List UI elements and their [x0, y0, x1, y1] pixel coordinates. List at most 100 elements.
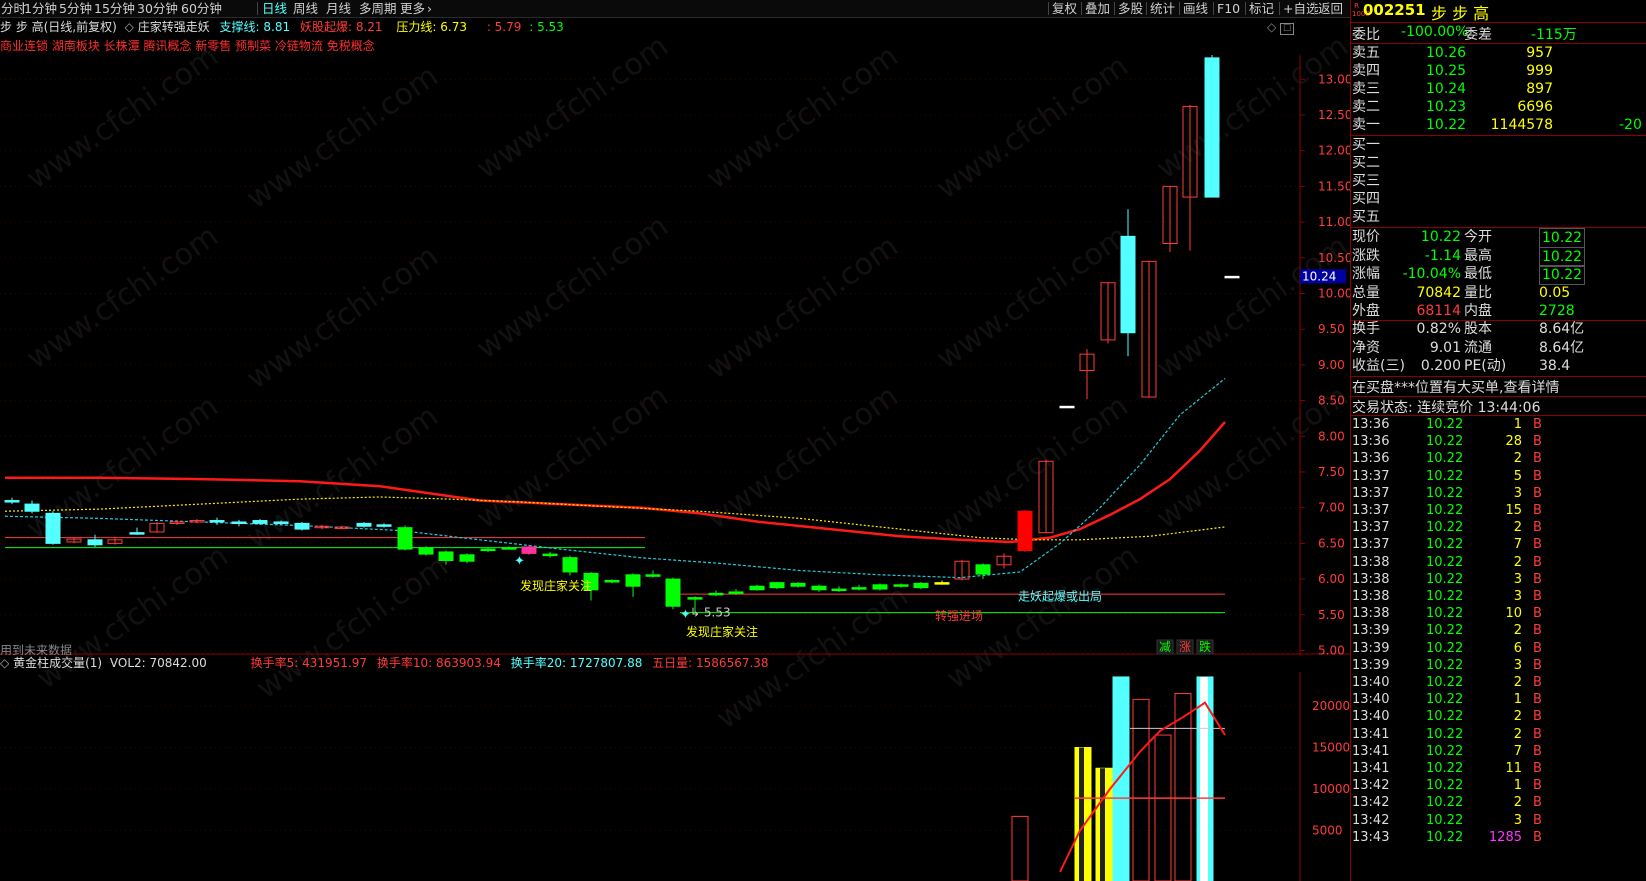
candle-body	[87, 539, 103, 546]
toolbar-right-6[interactable]: 标记	[1249, 0, 1274, 17]
period-tab-7[interactable]: 周线	[293, 0, 318, 17]
period-tab-8[interactable]: 月线	[326, 0, 351, 17]
trade-time: 13:40	[1352, 692, 1390, 708]
candle-body	[521, 546, 537, 554]
trade-direction: B	[1533, 726, 1542, 742]
ask-row[interactable]: 卖三 10.24 897	[1351, 80, 1646, 98]
indicator-switch-icon[interactable]: ◇	[125, 20, 134, 34]
candle-body	[397, 527, 413, 550]
trade-row: 13:42 10.22 1 B	[1351, 777, 1646, 794]
period-tab-5[interactable]: 60分钟	[181, 0, 222, 17]
separator	[1146, 2, 1147, 15]
candle-body	[542, 553, 558, 557]
period-tab-4[interactable]: 30分钟	[137, 0, 178, 17]
candle-body	[708, 592, 724, 596]
period-tab-1[interactable]: 1分钟	[24, 0, 57, 17]
candle-body	[749, 585, 765, 591]
volume-tick-label: 5000	[1312, 824, 1343, 838]
chart-corner-controls[interactable]: ◇ ☐	[1267, 20, 1295, 35]
toolbar-right-5[interactable]: F10	[1217, 0, 1240, 17]
toolbar-right-1[interactable]: 叠加	[1085, 0, 1110, 17]
candle-body	[687, 597, 703, 600]
bid-row[interactable]: 买二	[1351, 154, 1646, 172]
toolbar-right-3[interactable]: 统计	[1150, 0, 1175, 17]
candle-body	[1204, 57, 1220, 198]
candle-body	[356, 522, 372, 527]
trade-time: 13:41	[1352, 726, 1390, 742]
trade-volume: 15	[1505, 503, 1522, 518]
toolbar-right-8[interactable]: 返回	[1318, 0, 1343, 17]
stat-label-2: 量比	[1464, 284, 1492, 301]
candle-body	[129, 532, 145, 535]
candle-body	[1120, 235, 1136, 334]
divider	[1351, 22, 1646, 23]
big-order-notice[interactable]: 在买盘***位置有大买单,查看详情	[1352, 377, 1559, 397]
trade-price: 10.22	[1426, 468, 1464, 484]
trade-volume: 2	[1513, 726, 1522, 742]
candle-body	[872, 584, 888, 590]
period-tab-9[interactable]: 多周期	[359, 0, 397, 17]
kline-chart[interactable]: 13.00 12.50 12.00 11.50 11.00 10.50 10.00 9.50 9…	[0, 55, 1350, 655]
bid-row[interactable]: 买五	[1351, 208, 1646, 226]
price-tick-label: 12.50	[1318, 108, 1350, 122]
trade-volume: 2	[1513, 795, 1522, 811]
trade-row: 13:36 10.22 28 B	[1351, 433, 1646, 450]
trade-price: 10.22	[1426, 743, 1464, 759]
ask-row[interactable]: 卖四 10.25 999	[1351, 62, 1646, 80]
toolbar-right-2[interactable]: 多股	[1118, 0, 1143, 17]
volume-indicator-name[interactable]: 黄金柱成交量(1)	[13, 656, 102, 670]
butterfly-icon: ✦	[514, 554, 525, 569]
period-tab-10[interactable]: 更多	[400, 0, 425, 17]
ask-price: 10.25	[1426, 63, 1467, 79]
price-tick-label: 9.50	[1318, 322, 1345, 336]
trade-price: 10.22	[1426, 657, 1464, 673]
trade-price: 10.22	[1426, 537, 1464, 553]
trade-volume: 2	[1513, 709, 1522, 725]
vol2-value: VOL2: 70842.00	[109, 656, 207, 670]
volume-chart[interactable]: 20000 15000 10000 5000	[0, 672, 1350, 881]
trade-time: 13:41	[1352, 761, 1390, 776]
support-label: 支撑线:	[219, 20, 260, 34]
volume-bar-highlight	[1200, 676, 1208, 881]
toolbar-right-4[interactable]: 画线	[1183, 0, 1208, 17]
volume-indicator-icon[interactable]: ◇	[0, 656, 9, 670]
stat-value-2: 10.22	[1539, 246, 1586, 267]
bid-row[interactable]: 买三	[1351, 172, 1646, 190]
candle-body	[45, 512, 61, 544]
ask-row[interactable]: 卖二 10.23 6696	[1351, 98, 1646, 116]
bid-row[interactable]: 买四	[1351, 190, 1646, 208]
separator	[1048, 2, 1049, 15]
volume-header: ◇ 黄金柱成交量(1) VOL2: 70842.00 换手率5: 431951.…	[0, 656, 769, 671]
period-tab-3[interactable]: 15分钟	[94, 0, 135, 17]
trade-time: 13:37	[1352, 468, 1390, 484]
separator	[1179, 2, 1180, 15]
trade-direction: B	[1533, 743, 1542, 759]
stat-label: 总量	[1352, 284, 1380, 301]
period-tab-2[interactable]: 5分钟	[59, 0, 92, 17]
trade-direction: B	[1533, 778, 1542, 794]
ma-thick-red-line	[5, 421, 1226, 544]
trade-volume: 2	[1513, 451, 1522, 467]
price-tick-label: 11.00	[1318, 215, 1350, 229]
trade-time: 13:43	[1352, 829, 1390, 845]
trade-time: 13:37	[1352, 520, 1390, 536]
ask-row[interactable]: 卖一 10.22 1144578 -20	[1351, 116, 1646, 134]
more-chevron-icon[interactable]: ›	[427, 0, 432, 17]
toolbar-right-0[interactable]: 复权	[1052, 0, 1077, 17]
support-value: 8.81	[263, 20, 291, 34]
stat-row: 现价 10.22 今开 10.22	[1351, 228, 1646, 248]
bid-row[interactable]: 买一	[1351, 136, 1646, 154]
stat-label: 现价	[1352, 229, 1380, 245]
indicator-name[interactable]: 庄家转强走妖	[138, 20, 210, 34]
trade-direction: B	[1533, 709, 1542, 725]
ask-row[interactable]: 卖五 10.26 957	[1351, 44, 1646, 62]
stat-row: 外盘 68114 内盘 2728	[1351, 302, 1646, 320]
trade-row: 13:38 10.22 2 B	[1351, 554, 1646, 571]
trade-price: 10.22	[1426, 503, 1464, 518]
period-tab-6[interactable]: 日线	[262, 0, 287, 17]
stat-value-2: 0.05	[1539, 284, 1571, 301]
stat2-label-2: 流通	[1464, 339, 1492, 356]
trade-direction: B	[1533, 761, 1542, 776]
trade-volume: 3	[1513, 485, 1522, 501]
trade-row: 13:36 10.22 2 B	[1351, 450, 1646, 467]
